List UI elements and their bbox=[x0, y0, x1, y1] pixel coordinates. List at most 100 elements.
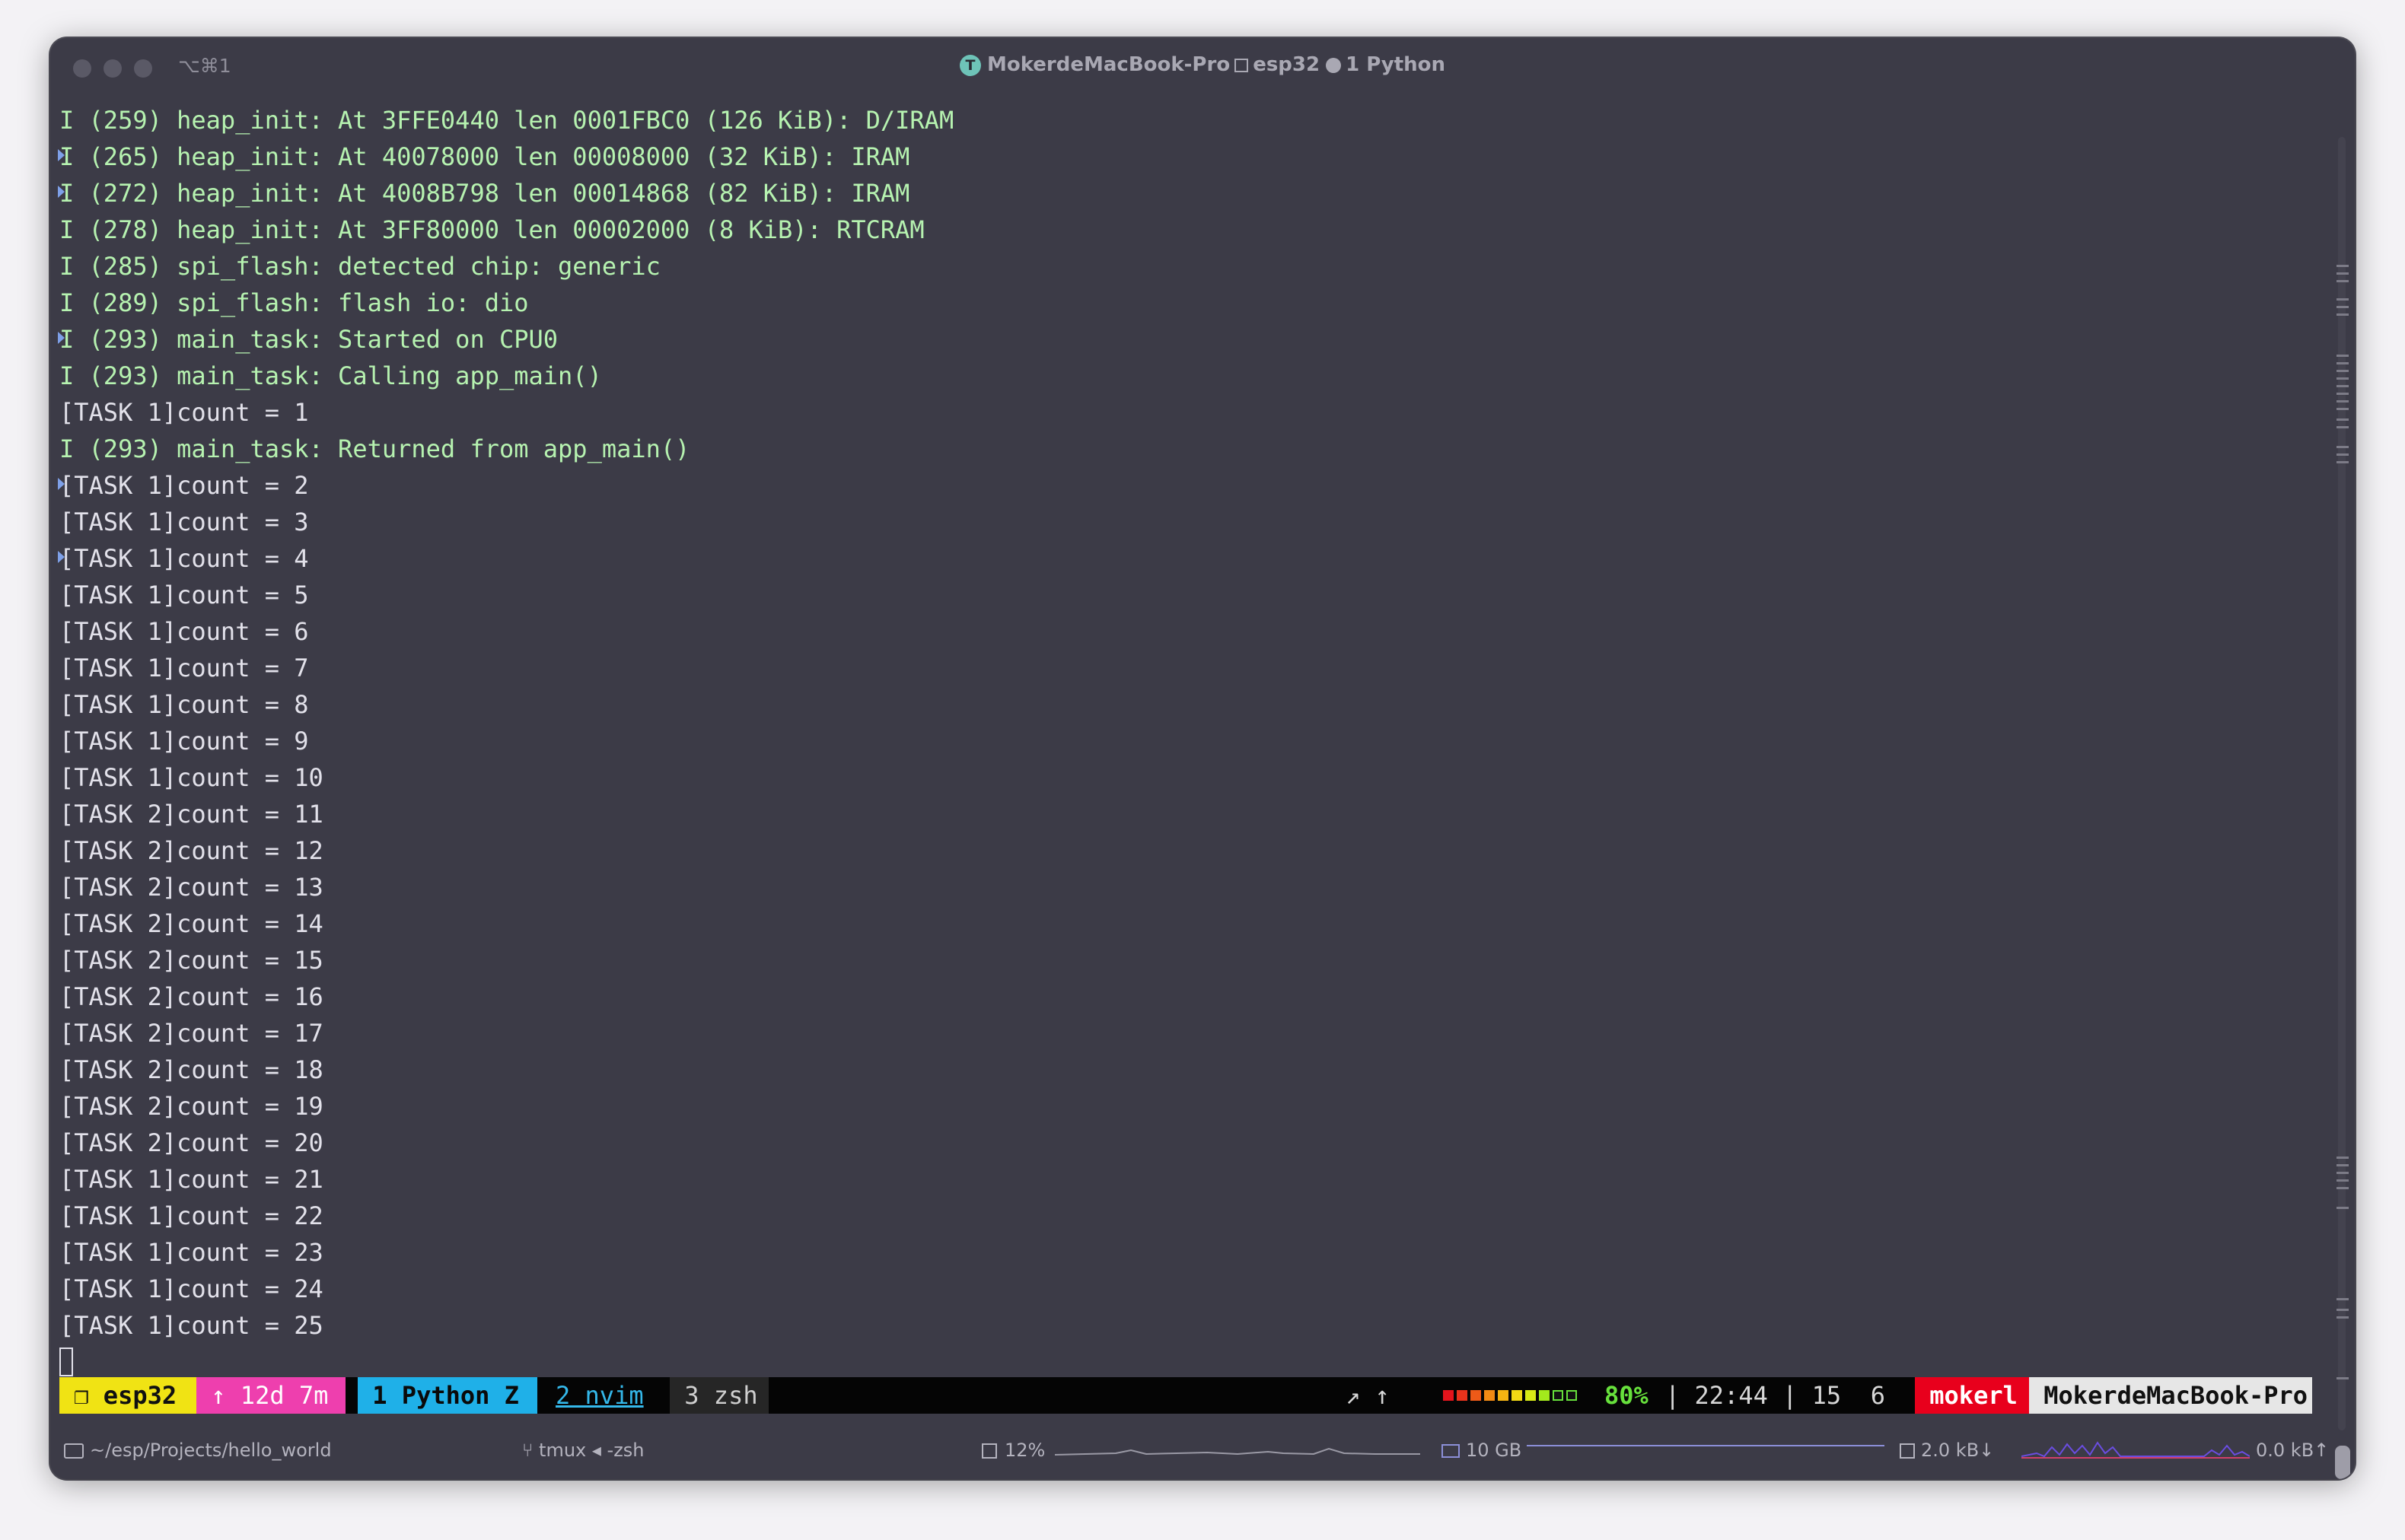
terminal-window: ⌥⌘1 T MokerdeMacBook-Pro esp32 1 Python I (… bbox=[50, 38, 2355, 1479]
terminal-line: I (293) main_task: Started on CPU0 bbox=[58, 321, 2312, 358]
scroll-marker bbox=[2337, 393, 2349, 395]
window-3-label: 3 zsh bbox=[684, 1381, 758, 1410]
tmux-badge-icon: T bbox=[959, 54, 981, 76]
scroll-marker bbox=[2337, 426, 2349, 428]
memory-label: 10 GB bbox=[1466, 1440, 1522, 1461]
terminal-line: [TASK 2]count = 11 bbox=[59, 800, 323, 829]
scroll-marker bbox=[2337, 313, 2349, 316]
memory-sparkline bbox=[1527, 1445, 1884, 1446]
terminal-line: [TASK 2]count = 12 bbox=[59, 836, 323, 865]
window-dot-icon bbox=[1326, 57, 1342, 73]
title-window: 1 Python bbox=[1346, 53, 1446, 76]
uptime-label: ↑ 12d 7m bbox=[211, 1381, 329, 1410]
battery-cell bbox=[1525, 1390, 1536, 1401]
terminal-line: [TASK 1]count = 6 bbox=[59, 617, 309, 646]
scroll-marker bbox=[2337, 400, 2349, 402]
info-bar: ~/esp/Projects/hello_world ⑂ tmux ◂ -zsh… bbox=[50, 1421, 2355, 1479]
scroll-marker bbox=[2337, 1172, 2349, 1174]
title-session: esp32 bbox=[1253, 53, 1320, 76]
tmux-status-bar: ❐ esp32 ↑ 12d 7m 1 Python Z 2 nvim 3 zsh… bbox=[59, 1377, 2312, 1414]
tmux-window-1[interactable]: 1 Python Z bbox=[358, 1377, 537, 1414]
tmux-window-3[interactable]: 3 zsh bbox=[670, 1377, 769, 1414]
battery-gauge bbox=[1443, 1390, 1580, 1401]
window-title: T MokerdeMacBook-Pro esp32 1 Python bbox=[50, 53, 2355, 76]
network-sparkline bbox=[2021, 1441, 2250, 1459]
scroll-marker bbox=[2337, 1157, 2349, 1159]
cpu-icon bbox=[982, 1443, 997, 1459]
battery-cell bbox=[1470, 1390, 1481, 1401]
terminal-line: I (278) heap_init: At 3FF80000 len 00002… bbox=[59, 215, 925, 244]
scroll-marker bbox=[2337, 446, 2349, 448]
scroll-marker bbox=[2337, 306, 2349, 308]
scroll-marker bbox=[2337, 355, 2349, 357]
branch-icon: ⑂ bbox=[522, 1440, 540, 1461]
window-1-label: 1 Python Z bbox=[372, 1381, 519, 1410]
scrollbar[interactable] bbox=[2332, 99, 2353, 1479]
title-host: MokerdeMacBook-Pro bbox=[986, 53, 1231, 76]
terminal-line: [TASK 2]count = 19 bbox=[59, 1092, 323, 1121]
terminal-line: [TASK 1]count = 24 bbox=[59, 1274, 323, 1303]
terminal-line: I (285) spi_flash: detected chip: generi… bbox=[59, 252, 661, 281]
job-item[interactable]: ⑂ tmux ◂ -zsh bbox=[522, 1440, 645, 1461]
status-clock: | 22:44 | 15 6 bbox=[1665, 1381, 1885, 1410]
user-label: mokerl bbox=[1929, 1381, 2018, 1410]
cpu-sparkline bbox=[1055, 1447, 1420, 1456]
battery-cell bbox=[1443, 1390, 1454, 1401]
scroll-marker bbox=[2337, 1377, 2349, 1379]
terminal-line: I (293) main_task: Returned from app_mai… bbox=[59, 434, 690, 463]
scroll-marker bbox=[2337, 1316, 2349, 1319]
status-user: mokerl bbox=[1915, 1377, 2029, 1414]
memory-item: 10 GB bbox=[1441, 1440, 1521, 1461]
terminal-line: [TASK 2]count = 14 bbox=[59, 909, 323, 938]
status-arrows: ↗ ↑ bbox=[1346, 1381, 1390, 1410]
battery-cell bbox=[1539, 1390, 1550, 1401]
scroll-marker bbox=[2337, 1187, 2349, 1189]
battery-cell bbox=[1511, 1390, 1522, 1401]
tmux-session[interactable]: ❐ esp32 bbox=[59, 1377, 196, 1414]
folder-icon bbox=[64, 1443, 84, 1459]
job-label: tmux ◂ -zsh bbox=[539, 1440, 645, 1461]
host-label: MokerdeMacBook-Pro bbox=[2043, 1381, 2308, 1410]
terminal-line: [TASK 1]count = 10 bbox=[59, 763, 323, 792]
terminal-output[interactable]: I (259) heap_init: At 3FFE0440 len 0001F… bbox=[58, 102, 2312, 1380]
battery-cell bbox=[1498, 1390, 1508, 1401]
terminal-line: [TASK 1]count = 4 bbox=[58, 540, 2312, 577]
battery-cell bbox=[1457, 1390, 1467, 1401]
scroll-marker bbox=[2337, 461, 2349, 463]
terminal-line: [TASK 1]count = 5 bbox=[59, 581, 309, 609]
terminal-cursor bbox=[59, 1348, 73, 1376]
terminal-line: [TASK 2]count = 16 bbox=[59, 982, 323, 1011]
scroll-marker bbox=[2337, 1179, 2349, 1182]
net-down-label: 2.0 kB↓ bbox=[1921, 1440, 1995, 1461]
scroll-marker bbox=[2337, 298, 2349, 301]
network-item: 2.0 kB↓ bbox=[1900, 1440, 1994, 1461]
terminal-line: [TASK 1]count = 23 bbox=[59, 1238, 323, 1267]
prompt-line[interactable] bbox=[59, 1344, 2312, 1380]
scroll-marker bbox=[2337, 1164, 2349, 1166]
scroll-marker bbox=[2337, 272, 2349, 275]
battery-cell bbox=[1553, 1390, 1563, 1401]
scroll-marker bbox=[2337, 453, 2349, 456]
terminal-line: [TASK 2]count = 15 bbox=[59, 946, 323, 975]
scrollbar-track[interactable] bbox=[2338, 137, 2346, 1430]
scroll-marker bbox=[2337, 265, 2349, 267]
path-item[interactable]: ~/esp/Projects/hello_world bbox=[64, 1440, 332, 1461]
memory-icon bbox=[1441, 1444, 1460, 1458]
path-label: ~/esp/Projects/hello_world bbox=[90, 1440, 332, 1461]
scroll-marker bbox=[2337, 408, 2349, 410]
cpu-item: 12% bbox=[982, 1440, 1045, 1461]
scroll-marker bbox=[2337, 385, 2349, 387]
terminal-line: [TASK 1]count = 3 bbox=[59, 508, 309, 536]
session-square-icon bbox=[1234, 58, 1249, 72]
scroll-marker bbox=[2337, 362, 2349, 364]
battery-percent: 80% bbox=[1604, 1381, 1648, 1410]
tmux-window-2[interactable]: 2 nvim bbox=[556, 1377, 644, 1414]
title-bar: ⌥⌘1 T MokerdeMacBook-Pro esp32 1 Python bbox=[50, 38, 2355, 99]
terminal-line: I (272) heap_init: At 4008B798 len 00014… bbox=[58, 175, 2312, 212]
scroll-marker bbox=[2337, 370, 2349, 372]
session-label: ❐ esp32 bbox=[74, 1381, 177, 1410]
terminal-line: [TASK 2]count = 17 bbox=[59, 1019, 323, 1048]
terminal-line: I (289) spi_flash: flash io: dio bbox=[59, 288, 529, 317]
terminal-line: I (265) heap_init: At 40078000 len 00008… bbox=[58, 138, 2312, 175]
scroll-marker bbox=[2337, 418, 2349, 421]
